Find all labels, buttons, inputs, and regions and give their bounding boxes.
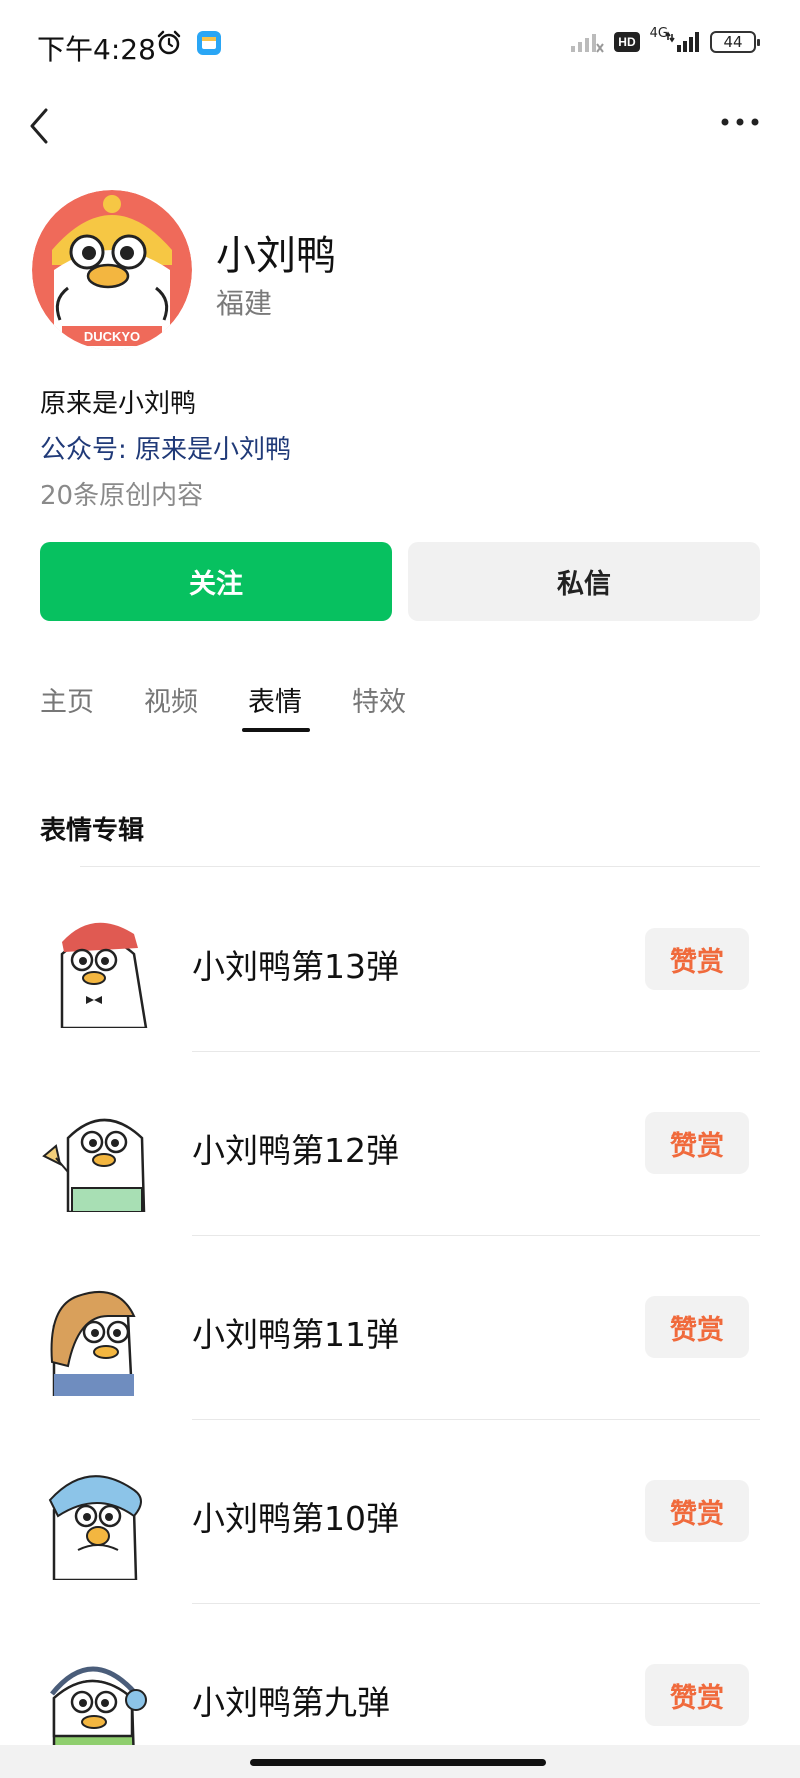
tab-home[interactable]: 主页 [40, 680, 94, 726]
status-right-icons: HD 4G 44 [570, 26, 760, 54]
duck-avatar-image: DUCKYO [32, 190, 192, 350]
signal-strong-icon [666, 31, 699, 52]
alarm-icon [157, 30, 181, 55]
profile-region: 福建 [216, 287, 273, 320]
list-item[interactable]: 小刘鸭第11弹 赞赏 [0, 1236, 800, 1420]
hd-badge: HD [614, 32, 640, 52]
reward-button[interactable]: 赞赏 [645, 1296, 749, 1358]
follow-button[interactable]: 关注 [40, 542, 392, 621]
signal-weak-icon [571, 34, 605, 53]
profile-tabs: 主页 视频 表情 特效 [40, 680, 456, 732]
battery-indicator: 44 [710, 31, 760, 53]
avatar[interactable]: DUCKYO [32, 190, 192, 350]
sticker-title: 小刘鸭第12弹 [192, 1131, 399, 1170]
reward-button[interactable]: 赞赏 [645, 1112, 749, 1174]
message-button[interactable]: 私信 [408, 542, 760, 621]
sticker-title: 小刘鸭第11弹 [192, 1315, 399, 1354]
sticker-album-list: 小刘鸭第13弹 赞赏 小刘鸭第12弹 赞赏 小刘鸭第11弹 赞赏 小刘鸭第10弹… [0, 868, 800, 1778]
list-item[interactable]: 小刘鸭第12弹 赞赏 [0, 1052, 800, 1236]
sticker-title: 小刘鸭第10弹 [192, 1499, 399, 1538]
list-item[interactable]: 小刘鸭第13弹 赞赏 [0, 868, 800, 1052]
chevron-left-icon[interactable] [26, 106, 56, 146]
reward-button[interactable]: 赞赏 [645, 1480, 749, 1542]
profile-name: 小刘鸭 [216, 233, 336, 279]
tab-videos[interactable]: 视频 [144, 680, 198, 726]
avatar-logo-text: DUCKYO [84, 329, 140, 344]
reward-button[interactable]: 赞赏 [645, 928, 749, 990]
app-notification-icon [197, 31, 221, 55]
status-time: 下午4:28 [37, 33, 156, 66]
sticker-title: 小刘鸭第13弹 [192, 947, 399, 986]
sticker-title: 小刘鸭第九弹 [192, 1683, 390, 1722]
network-label: 4G [649, 25, 668, 41]
sticker-thumbnail [50, 1291, 136, 1396]
tab-effects[interactable]: 特效 [352, 680, 406, 726]
home-indicator[interactable] [250, 1759, 546, 1766]
reward-button[interactable]: 赞赏 [645, 1664, 749, 1726]
list-item[interactable]: 小刘鸭第10弹 赞赏 [0, 1420, 800, 1604]
official-account-link[interactable]: 公众号: 原来是小刘鸭 [40, 429, 291, 466]
sticker-thumbnail [60, 922, 148, 1028]
original-content-count[interactable]: 20条原创内容 [40, 475, 203, 512]
more-dots-icon[interactable] [720, 112, 760, 132]
divider [80, 866, 760, 867]
section-title: 表情专辑 [40, 816, 145, 846]
tab-stickers[interactable]: 表情 [242, 680, 310, 732]
status-left-icons [156, 30, 222, 56]
nav-bar [0, 92, 800, 156]
status-bar: 下午4:28 HD 4G 44 [0, 0, 800, 92]
sticker-thumbnail [48, 1475, 142, 1580]
profile-bio: 原来是小刘鸭 [40, 389, 197, 419]
sticker-thumbnail [42, 1118, 146, 1212]
